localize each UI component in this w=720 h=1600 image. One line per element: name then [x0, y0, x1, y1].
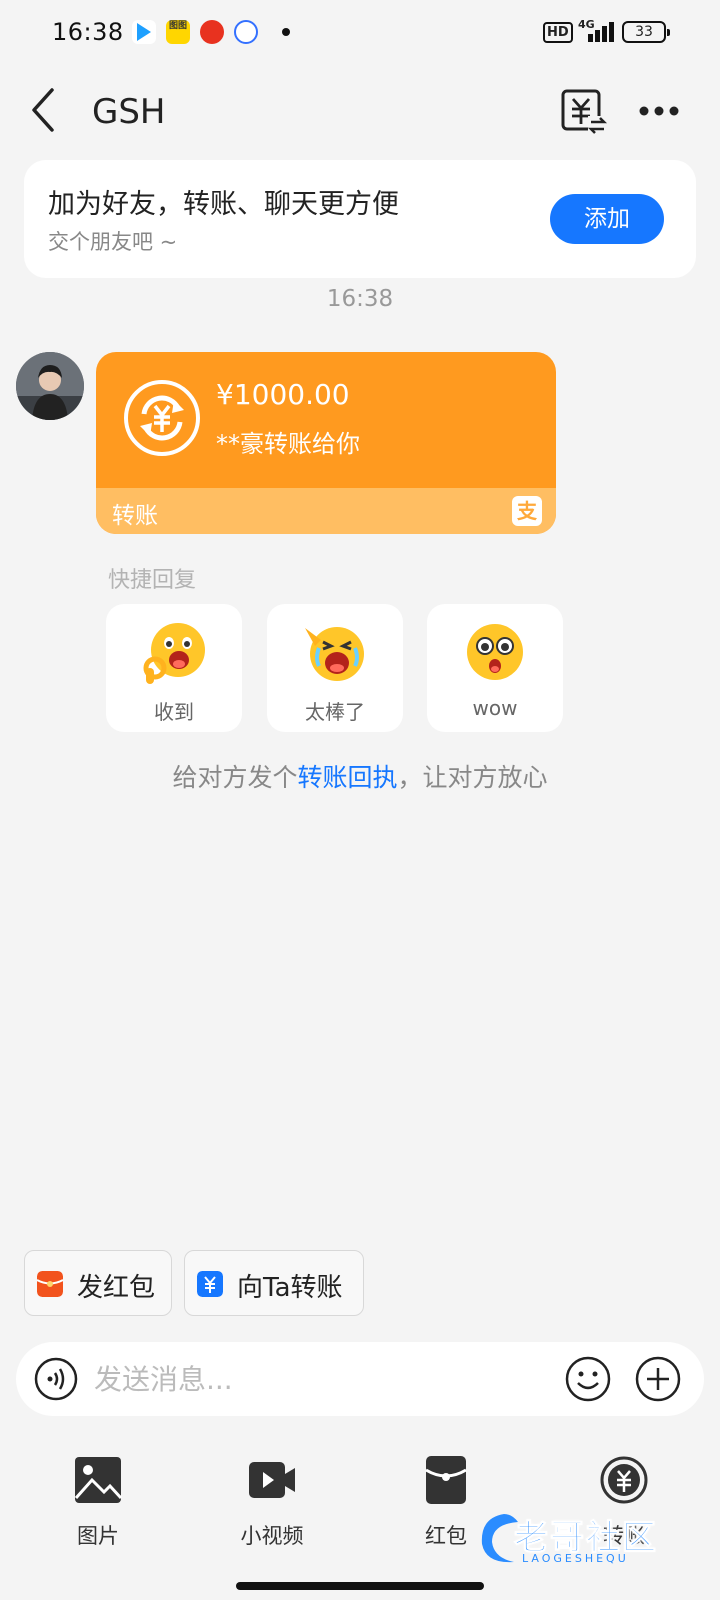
add-friend-banner: 加为好友，转账、聊天更方便 交个朋友吧 ~ 添加: [24, 160, 696, 278]
signal-icon: 4G: [574, 18, 614, 44]
more-options-button[interactable]: [634, 86, 684, 136]
video-icon: [249, 1462, 295, 1498]
hd-badge: HD: [543, 22, 573, 43]
transfer-icon: [600, 1456, 648, 1504]
toolbar-image-label: 图片: [77, 1524, 119, 1548]
receipt-tip-suffix: ，让对方放心: [397, 763, 548, 792]
voice-icon: [34, 1357, 78, 1401]
more-actions-button[interactable]: [634, 1355, 682, 1403]
send-red-packet-label: 发红包: [77, 1273, 156, 1303]
alipay-logo-icon: 支: [512, 496, 542, 526]
voice-input-button[interactable]: [34, 1357, 78, 1401]
toolbar-image[interactable]: 图片: [38, 1456, 158, 1556]
transfer-amount: ¥1000.00: [216, 378, 350, 411]
toolbar-video[interactable]: 小视频: [212, 1456, 332, 1556]
ok-hand-emoji-icon: [143, 623, 205, 684]
receipt-tip-prefix: 给对方发个: [172, 763, 298, 792]
transfer-icon: [122, 378, 202, 458]
transfer-card-footer: 转账 支: [96, 488, 556, 534]
title-bar: GSH: [0, 72, 720, 152]
add-friend-subtitle: 交个朋友吧 ~: [48, 230, 178, 254]
baidu-notification-icon: [234, 20, 258, 44]
transfer-yuan-icon: [197, 1271, 223, 1297]
page-title: GSH: [92, 92, 166, 132]
send-red-packet-chip[interactable]: 发红包: [24, 1250, 172, 1316]
watermark-logo: 老哥社区 LAOGESHEQU: [478, 1508, 698, 1572]
wow-emoji-icon: [467, 624, 523, 680]
quick-reply-label-great: 太棒了: [305, 700, 365, 724]
battery-icon: 33: [622, 21, 670, 43]
avatar[interactable]: [16, 352, 84, 420]
add-friend-title: 加为好友，转账、聊天更方便: [48, 189, 399, 220]
message-input-bar: [16, 1342, 704, 1416]
app-notification-icon: 图图: [166, 20, 190, 44]
avatar-photo: [16, 352, 84, 420]
quick-reply-label-wow: wow: [472, 696, 518, 720]
watermark-subtext: LAOGESHEQU: [522, 1552, 629, 1565]
home-indicator[interactable]: [236, 1582, 484, 1590]
smiley-icon: [565, 1356, 611, 1402]
add-friend-button[interactable]: 添加: [550, 194, 664, 244]
quick-reply-received[interactable]: 收到: [106, 604, 242, 732]
transfer-record-button[interactable]: [558, 86, 608, 136]
status-time: 16:38: [52, 18, 124, 46]
video-app-notification-icon: [132, 20, 156, 44]
transfer-receipt-link[interactable]: 转账回执: [297, 763, 397, 792]
transfer-record-icon: [561, 89, 608, 134]
emoji-button[interactable]: [564, 1355, 612, 1403]
message-input[interactable]: [94, 1354, 554, 1404]
quick-reply-label: 快捷回复: [108, 568, 197, 593]
transfer-description: **豪转账给你: [216, 430, 360, 458]
plus-icon: [635, 1356, 681, 1402]
red-packet-icon: [425, 1456, 467, 1504]
toolbar-video-label: 小视频: [240, 1524, 304, 1548]
cheer-emoji-icon: [305, 627, 364, 681]
quick-reply-great[interactable]: 太棒了: [267, 604, 403, 732]
chat-timestamp: 16:38: [326, 286, 394, 312]
image-icon: [74, 1457, 122, 1503]
receipt-tip: 给对方发个转账回执，让对方放心: [0, 758, 720, 794]
status-bar: 16:38 图图 HD 4G 33: [0, 0, 720, 64]
red-packet-icon: [37, 1271, 63, 1297]
shopping-app-notification-icon: [200, 20, 224, 44]
transfer-to-ta-label: 向Ta转账: [237, 1273, 343, 1303]
transfer-footer-label: 转账: [112, 503, 158, 529]
quick-reply-label-received: 收到: [154, 700, 194, 724]
chevron-left-icon: [32, 88, 54, 132]
more-dots-icon: [639, 106, 679, 116]
network-type: 4G: [578, 18, 595, 31]
quick-reply-wow[interactable]: wow: [427, 604, 563, 732]
transfer-to-ta-chip[interactable]: 向Ta转账: [184, 1250, 364, 1316]
more-notifications-dot-icon: [282, 28, 290, 36]
transfer-message-card[interactable]: ¥1000.00 **豪转账给你 转账 支: [96, 352, 556, 534]
back-button[interactable]: [22, 84, 70, 136]
